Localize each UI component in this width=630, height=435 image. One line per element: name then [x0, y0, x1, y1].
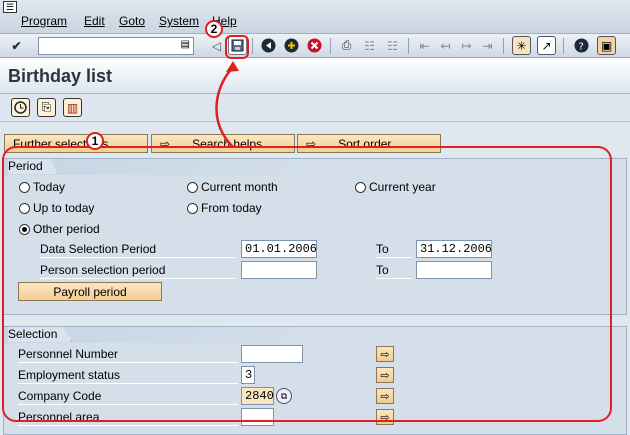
find-icon: ☷ [364, 38, 375, 53]
back-icon[interactable] [259, 36, 278, 55]
annotation-arrow [215, 61, 239, 148]
menu-program[interactable]: Program [21, 14, 67, 28]
highlight-box-area [2, 146, 612, 422]
callout-two: 2 [205, 20, 223, 38]
get-variant-icon[interactable]: ⎘ [37, 98, 56, 117]
execute-icon[interactable] [11, 98, 30, 117]
last-page-icon: ⇥ [482, 38, 493, 53]
command-field[interactable]: ▤ [38, 37, 194, 55]
new-session-icon[interactable]: ✳ [512, 36, 531, 55]
command-history-icon[interactable]: ▤ [181, 39, 190, 50]
next-page-icon: ↦ [461, 38, 472, 53]
system-menu-icon[interactable]: ☰ [3, 1, 17, 13]
back-arrow-small-icon: ◁ [211, 38, 222, 53]
toolbar-separator [563, 38, 564, 54]
menu-edit[interactable]: Edit [84, 14, 105, 28]
customize-layout-icon[interactable]: ▣ [597, 36, 616, 55]
help-icon[interactable]: ? [572, 36, 591, 55]
print-icon[interactable]: ⎙ [337, 36, 356, 55]
application-toolbar [0, 94, 630, 122]
toolbar-separator [330, 38, 331, 54]
toolbar-separator [408, 38, 409, 54]
cancel-icon[interactable] [305, 36, 324, 55]
enter-check-icon[interactable]: ✔ [7, 36, 26, 55]
find-next-icon: ☷ [387, 38, 398, 53]
toolbar-separator [503, 38, 504, 54]
toolbar-separator [252, 38, 253, 54]
menu-system[interactable]: System [159, 14, 199, 28]
first-page-icon: ⇤ [419, 38, 430, 53]
svg-text:?: ? [579, 42, 584, 53]
menu-goto[interactable]: Goto [119, 14, 145, 28]
previous-page-icon: ↤ [440, 38, 451, 53]
page-title: Birthday list [8, 66, 113, 86]
callout-one: 1 [86, 132, 104, 150]
delete-icon[interactable]: ▥ [63, 98, 82, 117]
exit-icon[interactable] [282, 36, 301, 55]
shortcut-icon[interactable]: ↗ [537, 36, 556, 55]
